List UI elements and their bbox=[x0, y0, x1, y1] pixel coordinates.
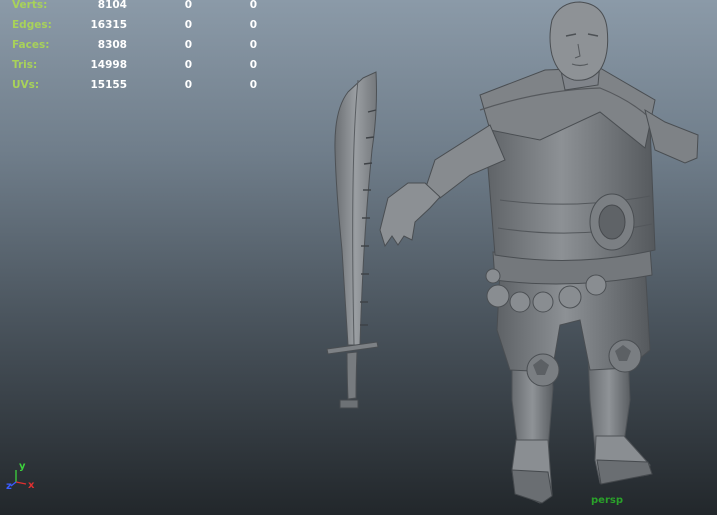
axis-z-label: z bbox=[6, 481, 12, 492]
axis-y-label: y bbox=[19, 461, 26, 472]
3d-viewport[interactable]: Verts: 8104 0 0 Edges: 16315 0 0 Faces: … bbox=[0, 0, 717, 515]
axis-x-line bbox=[15, 481, 27, 485]
sword-model[interactable] bbox=[326, 71, 379, 409]
character-model[interactable] bbox=[379, 1, 699, 504]
scene-render[interactable] bbox=[0, 0, 717, 515]
view-axis-indicator: y x z bbox=[6, 461, 35, 492]
axis-x-label: x bbox=[28, 480, 35, 491]
camera-name-label: persp bbox=[591, 495, 623, 506]
